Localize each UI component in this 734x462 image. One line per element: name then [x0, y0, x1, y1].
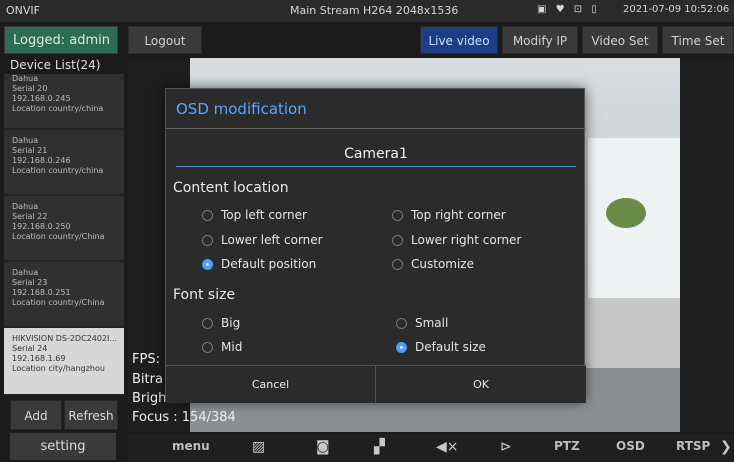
radio-label: Customize [411, 257, 474, 271]
cancel-button[interactable]: Cancel [166, 365, 376, 403]
device-item[interactable]: Dahua Serial 22 192.168.0.250 Location c… [4, 196, 124, 262]
osd-name-input[interactable] [176, 141, 576, 167]
refresh-button[interactable]: Refresh [64, 400, 118, 430]
device-item-selected[interactable]: HIKVISION DS-2DC2402I... Serial 24 192.1… [4, 328, 124, 396]
add-button[interactable]: Add [10, 400, 62, 430]
status-icons: ▣ ♥ ⊡ ▯ [537, 4, 600, 15]
radio-font-mid[interactable]: Mid [202, 340, 242, 354]
image-icon[interactable]: ▨ [252, 439, 265, 455]
radio-top-left[interactable]: Top left corner [202, 208, 307, 222]
font-size-heading: Font size [173, 287, 236, 303]
radio-label: Mid [221, 340, 243, 354]
device-ip: 192.168.0.245 [12, 94, 71, 103]
radio-label: Big [221, 316, 241, 330]
device-serial: Serial 20 [12, 84, 48, 93]
radio-customize[interactable]: Customize [392, 257, 474, 271]
focus-readout: Focus : 154/384 [132, 410, 236, 425]
radio-circle-icon [202, 209, 213, 221]
device-serial: Serial 24 [12, 344, 48, 353]
osd-button[interactable]: OSD [616, 439, 645, 453]
dialog-title: OSD modification [176, 100, 307, 118]
content-location-heading: Content location [173, 180, 289, 196]
device-brand: Dahua [12, 74, 39, 83]
bottom-toolbar: menu ▨ ◙ ▞ ◀× ⊳ PTZ OSD RTSP ❯ [128, 434, 734, 462]
fps-readout: FPS: [132, 352, 160, 367]
device-list-title: Device List(24) [10, 58, 101, 72]
device-ip: 192.168.0.250 [12, 222, 71, 231]
status-bar: ONVIF Main Stream H264 2048x1536 ▣ ♥ ⊡ ▯… [0, 0, 734, 22]
login-status: Logged: admin [4, 26, 118, 54]
radio-lower-left[interactable]: Lower left corner [202, 233, 323, 247]
play-icon[interactable]: ⊳ [500, 439, 512, 455]
radio-lower-right[interactable]: Lower right corner [392, 233, 521, 247]
device-location: Location country/china [12, 104, 104, 113]
tab-modify-ip[interactable]: Modify IP [502, 26, 578, 54]
radio-font-big[interactable]: Big [202, 316, 240, 330]
osd-dialog: OSD modification Content location Top le… [165, 88, 586, 403]
radio-label: Top left corner [221, 208, 307, 222]
device-ip: 192.168.0.251 [12, 288, 71, 297]
radio-font-default[interactable]: Default size [396, 340, 486, 354]
radio-circle-icon [396, 317, 407, 329]
device-ip: 192.168.1.69 [12, 354, 66, 363]
device-location: Location country/china [12, 166, 104, 175]
device-brand: Dahua [12, 136, 39, 145]
radio-label: Default position [221, 257, 317, 271]
radio-font-small[interactable]: Small [396, 316, 448, 330]
chevron-right-icon[interactable]: ❯ [720, 439, 732, 455]
rtsp-button[interactable]: RTSP [676, 439, 710, 453]
tab-video-set[interactable]: Video Set [582, 26, 658, 54]
record-icon[interactable]: ▞ [374, 439, 385, 455]
ok-button[interactable]: OK [376, 365, 586, 403]
brightness-readout: Brigh [132, 391, 167, 406]
menu-button[interactable]: menu [172, 439, 210, 453]
logout-button[interactable]: Logout [128, 26, 202, 54]
device-item[interactable]: Dahua Serial 20 192.168.0.245 Location c… [4, 74, 124, 130]
device-location: Location country/China [12, 298, 105, 307]
radio-circle-icon [202, 234, 213, 246]
radio-circle-icon [202, 341, 213, 353]
tab-live-video[interactable]: Live video [420, 26, 498, 54]
radio-label: Default size [415, 340, 486, 354]
bitrate-readout: Bitra [132, 372, 163, 387]
device-brand: HIKVISION DS-2DC2402I... [12, 334, 118, 343]
radio-circle-icon [392, 234, 403, 246]
radio-top-right[interactable]: Top right corner [392, 208, 506, 222]
radio-selected-icon [396, 341, 407, 353]
divider [166, 128, 586, 129]
device-serial: Serial 22 [12, 212, 48, 221]
device-serial: Serial 23 [12, 278, 48, 287]
camera-icon[interactable]: ◙ [316, 439, 330, 455]
device-item[interactable]: Dahua Serial 21 192.168.0.246 Location c… [4, 130, 124, 196]
radio-circle-icon [392, 209, 403, 221]
device-location: Location country/China [12, 232, 105, 241]
device-brand: Dahua [12, 268, 39, 277]
setting-button[interactable]: setting [10, 433, 116, 460]
device-ip: 192.168.0.246 [12, 156, 71, 165]
stream-info: Main Stream H264 2048x1536 [290, 4, 459, 17]
app-title: ONVIF [6, 4, 40, 17]
radio-label: Small [415, 316, 449, 330]
ptz-button[interactable]: PTZ [554, 439, 580, 453]
device-list[interactable]: Dahua Serial 20 192.168.0.245 Location c… [4, 74, 124, 400]
radio-label: Lower right corner [411, 233, 522, 247]
tab-time-set[interactable]: Time Set [662, 26, 734, 54]
clock: 2021-07-09 10:52:06 × [623, 4, 734, 15]
mute-icon[interactable]: ◀× [436, 439, 459, 455]
radio-label: Lower left corner [221, 233, 323, 247]
radio-label: Top right corner [411, 208, 506, 222]
video-plant-scene [606, 198, 646, 228]
radio-selected-icon [202, 258, 213, 270]
device-location: Location city/hangzhou [12, 364, 105, 373]
radio-circle-icon [392, 258, 403, 270]
device-serial: Serial 21 [12, 146, 48, 155]
radio-circle-icon [202, 317, 213, 329]
device-brand: Dahua [12, 202, 39, 211]
radio-default-position[interactable]: Default position [202, 257, 316, 271]
device-item[interactable]: Dahua Serial 23 192.168.0.251 Location c… [4, 262, 124, 328]
